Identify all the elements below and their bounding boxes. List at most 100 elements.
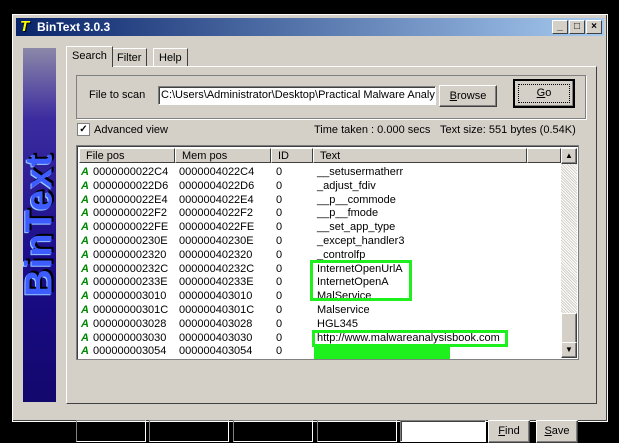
mem-pos-cell: 000000403030 <box>179 331 253 344</box>
time-taken: Time taken : 0.000 secs <box>314 124 431 136</box>
id-cell: 0 <box>276 290 283 303</box>
banner-logo-text: BinText <box>18 153 60 297</box>
id-cell: 0 <box>276 345 283 358</box>
scroll-up-button[interactable]: ▲ <box>561 148 577 164</box>
file-pos-cell: 000000003010 <box>93 290 167 303</box>
search-panel: File to scan C:\Users\Administrator\Desk… <box>66 66 597 443</box>
ascii-type-icon: A <box>81 345 89 358</box>
mem-pos-cell: 0000004022D6 <box>179 179 255 192</box>
minimize-button[interactable]: _ <box>552 20 568 34</box>
file-pos-cell: 00000000301C <box>93 304 169 316</box>
mem-pos-cell: 0000004022C4 <box>179 166 255 178</box>
status-rs: RS: 0 <box>317 420 397 442</box>
id-cell: 0 <box>276 317 283 330</box>
mem-pos-cell: 00000040230E <box>179 235 254 247</box>
status-un: UN: 0 <box>233 420 313 442</box>
browse-button[interactable]: Browse <box>439 85 497 107</box>
id-cell: 0 <box>276 235 283 247</box>
column-filler <box>527 148 561 163</box>
column-mem-pos[interactable]: Mem pos <box>175 148 271 163</box>
mem-pos-cell: 00000040301C <box>179 304 255 316</box>
advanced-view-label: Advanced view <box>94 124 168 136</box>
ascii-type-icon: A <box>81 248 89 261</box>
ascii-type-icon: A <box>81 317 89 330</box>
text-cell: __p__commode <box>317 193 396 206</box>
column-text[interactable]: Text <box>313 148 527 163</box>
id-cell: 0 <box>276 221 283 234</box>
mem-pos-cell: 0000004022F2 <box>179 207 254 220</box>
mem-pos-cell: 00000040233E <box>179 276 254 289</box>
file-group: File to scan C:\Users\Administrator\Desk… <box>76 75 586 119</box>
close-button[interactable]: × <box>586 20 602 34</box>
mem-pos-cell: 0000004022FE <box>179 221 255 234</box>
ascii-type-icon: A <box>81 166 89 178</box>
mem-pos-cell: 00000040232C <box>179 262 255 275</box>
strings-list[interactable]: File pos Mem pos ID Text A 0000000022C4 00… <box>76 145 579 360</box>
highlight-redaction <box>314 347 450 359</box>
column-file-pos[interactable]: File pos <box>79 148 175 163</box>
app-logo-icon: T <box>20 18 30 35</box>
ascii-type-icon: A <box>81 193 89 206</box>
highlight-box-url <box>312 330 508 347</box>
mem-pos-cell: 000000402320 <box>179 248 253 261</box>
title-bar[interactable]: T BinText 3.0.3 _ □ × <box>16 18 604 36</box>
file-pos-cell: 000000002320 <box>93 248 167 261</box>
status-an: AN: 40 <box>149 420 229 442</box>
ascii-type-icon: A <box>81 221 89 234</box>
highlight-box-imports <box>310 260 412 301</box>
file-path-input[interactable]: C:\Users\Administrator\Desktop\Practical… <box>158 86 436 105</box>
file-pos-cell: 000000003030 <box>93 331 167 344</box>
file-pos-cell: 000000003054 <box>93 345 167 358</box>
file-pos-cell: 00000000232C <box>93 262 169 275</box>
id-cell: 0 <box>276 166 283 178</box>
ascii-type-icon: A <box>81 331 89 344</box>
mem-pos-cell: 000000403054 <box>179 345 253 358</box>
scroll-down-button[interactable]: ▼ <box>561 342 577 358</box>
tab-filter[interactable]: Filter <box>111 48 148 67</box>
text-cell: __setusermatherr <box>317 166 404 178</box>
window-title: BinText 3.0.3 <box>37 20 111 34</box>
ascii-type-icon: A <box>81 276 89 289</box>
tab-search[interactable]: Search <box>66 46 113 67</box>
file-pos-cell: 000000003028 <box>93 317 167 330</box>
maximize-button[interactable]: □ <box>569 20 585 34</box>
advanced-view-checkbox[interactable]: ✓ <box>77 123 90 136</box>
text-cell: Malservice <box>317 304 370 316</box>
mem-pos-cell: 000000403010 <box>179 290 253 303</box>
column-id[interactable]: ID <box>271 148 313 163</box>
tab-help[interactable]: Help <box>153 48 188 67</box>
file-pos-cell: 0000000022D6 <box>93 179 169 192</box>
text-size: Text size: 551 bytes (0.54K) <box>440 124 576 136</box>
ascii-type-icon: A <box>81 235 89 247</box>
text-cell: __set_app_type <box>317 221 396 234</box>
ascii-type-icon: A <box>81 179 89 192</box>
ascii-type-icon: A <box>81 304 89 316</box>
id-cell: 0 <box>276 193 283 206</box>
find-input[interactable] <box>400 420 486 442</box>
id-cell: 0 <box>276 331 283 344</box>
id-cell: 0 <box>276 248 283 261</box>
mem-pos-cell: 000000403028 <box>179 317 253 330</box>
ascii-type-icon: A <box>81 207 89 220</box>
id-cell: 0 <box>276 179 283 192</box>
text-cell: _adjust_fdiv <box>317 179 376 192</box>
file-pos-cell: 0000000022C4 <box>93 166 169 178</box>
id-cell: 0 <box>276 304 283 316</box>
scroll-thumb[interactable] <box>561 313 577 345</box>
file-pos-cell: 00000000230E <box>93 235 168 247</box>
go-button[interactable]: Go <box>513 79 575 108</box>
file-pos-cell: 0000000022FE <box>93 221 169 234</box>
vertical-scrollbar[interactable]: ▲ ▼ <box>561 148 577 358</box>
id-cell: 0 <box>276 207 283 220</box>
id-cell: 0 <box>276 276 283 289</box>
file-pos-cell: 00000000233E <box>93 276 168 289</box>
id-cell: 0 <box>276 262 283 275</box>
file-pos-cell: 0000000022E4 <box>93 193 168 206</box>
file-to-scan-label: File to scan <box>89 89 146 101</box>
ascii-type-icon: A <box>81 290 89 303</box>
bintext-banner: BinText <box>18 48 60 402</box>
mem-pos-cell: 0000004022E4 <box>179 193 254 206</box>
ascii-type-icon: A <box>81 262 89 275</box>
text-cell: __p__fmode <box>317 207 379 220</box>
text-cell: _except_handler3 <box>317 235 405 247</box>
